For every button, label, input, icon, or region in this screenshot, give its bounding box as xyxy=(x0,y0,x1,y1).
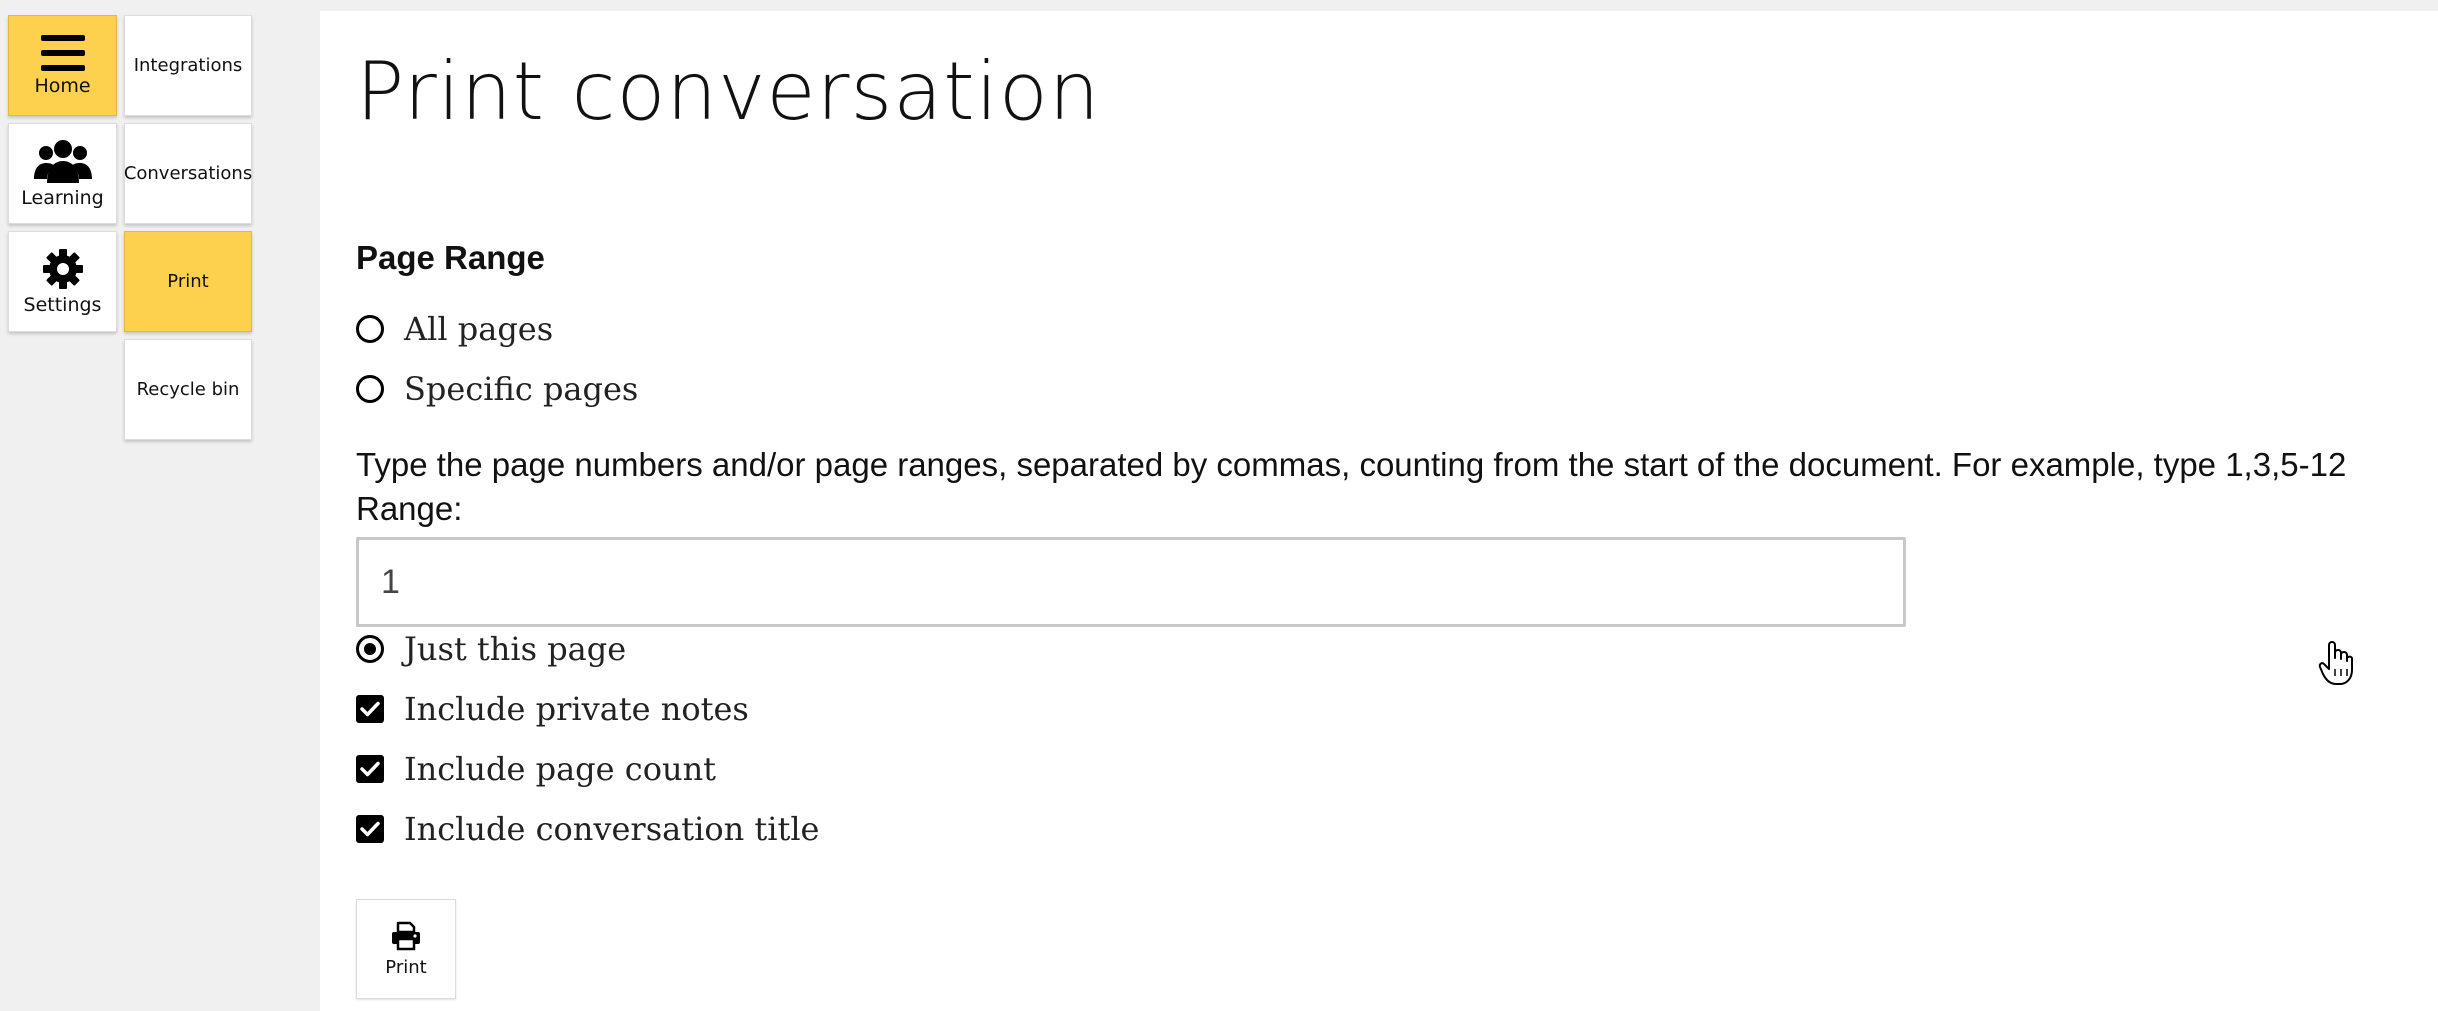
just-this-page-label: Just this page xyxy=(404,630,627,668)
nav-conversations-button[interactable]: Conversations xyxy=(124,123,252,224)
print-button-label: Print xyxy=(385,956,427,978)
all-pages-label: All pages xyxy=(404,310,554,348)
include-private-notes-checkbox[interactable] xyxy=(356,695,384,723)
include-conversation-title-option[interactable]: Include conversation title xyxy=(356,809,819,849)
nav-settings-button[interactable]: Settings xyxy=(8,231,117,332)
include-page-count-label: Include page count xyxy=(404,750,717,788)
users-group-icon xyxy=(33,139,92,183)
nav-home-button[interactable]: Home xyxy=(8,15,117,116)
nav-home-label: Home xyxy=(34,74,91,97)
all-pages-option[interactable]: All pages xyxy=(356,309,553,349)
range-label: Range: xyxy=(356,490,463,527)
print-button[interactable]: Print xyxy=(356,899,456,999)
checkmark-icon xyxy=(360,761,380,777)
include-conversation-title-label: Include conversation title xyxy=(404,810,820,848)
nav-recycle-bin-label: Recycle bin xyxy=(136,379,240,400)
range-help-text: Type the page numbers and/or page ranges… xyxy=(356,443,2416,531)
include-private-notes-option[interactable]: Include private notes xyxy=(356,689,749,729)
nav-learning-label: Learning xyxy=(21,186,104,209)
nav-integrations-label: Integrations xyxy=(133,55,243,76)
gear-icon xyxy=(42,248,84,290)
range-input[interactable] xyxy=(356,537,1906,627)
checkmark-icon xyxy=(360,821,380,837)
hamburger-menu-icon xyxy=(40,34,85,71)
include-private-notes-label: Include private notes xyxy=(404,690,749,728)
specific-pages-label: Specific pages xyxy=(404,370,639,408)
nav-recycle-bin-button[interactable]: Recycle bin xyxy=(124,339,252,440)
main-panel: Print conversation Page Range All pages … xyxy=(320,11,2438,1011)
page-title: Print conversation xyxy=(356,45,1101,138)
page-range-heading: Page Range xyxy=(356,239,545,276)
printer-icon xyxy=(390,921,422,951)
nav-settings-label: Settings xyxy=(23,293,102,316)
app-root: Home Learning Settings Integrations Conv… xyxy=(0,0,2438,1011)
all-pages-radio[interactable] xyxy=(356,315,384,343)
include-page-count-option[interactable]: Include page count xyxy=(356,749,716,789)
just-this-page-option[interactable]: Just this page xyxy=(356,629,626,669)
nav-print-button[interactable]: Print xyxy=(124,231,252,332)
just-this-page-radio[interactable] xyxy=(356,635,384,663)
specific-pages-radio[interactable] xyxy=(356,375,384,403)
nav-learning-button[interactable]: Learning xyxy=(8,123,117,224)
specific-pages-option[interactable]: Specific pages xyxy=(356,369,638,409)
nav-conversations-label: Conversations xyxy=(123,163,253,184)
nav-print-label: Print xyxy=(167,271,209,292)
range-instructions: Type the page numbers and/or page ranges… xyxy=(356,446,2347,483)
include-conversation-title-checkbox[interactable] xyxy=(356,815,384,843)
nav-integrations-button[interactable]: Integrations xyxy=(124,15,252,116)
include-page-count-checkbox[interactable] xyxy=(356,755,384,783)
checkmark-icon xyxy=(360,701,380,717)
